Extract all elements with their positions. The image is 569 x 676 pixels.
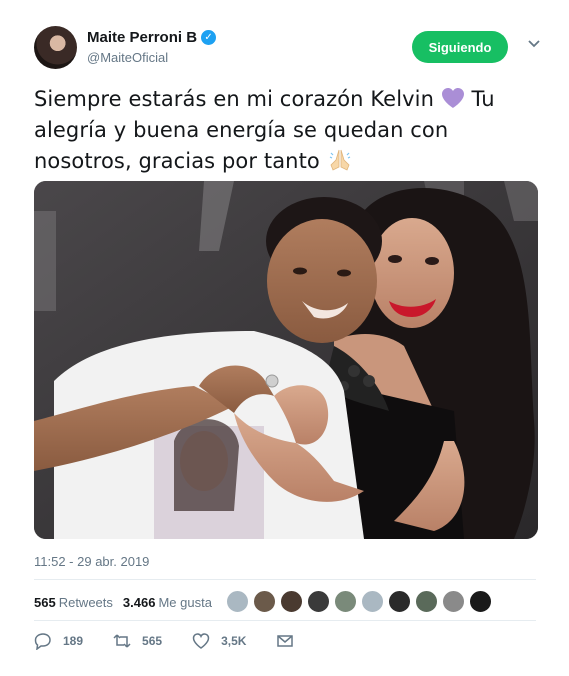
reply-icon — [34, 633, 51, 650]
user-handle[interactable]: @MaiteOficial — [87, 50, 216, 65]
retweets-stat-count: 565 — [34, 594, 56, 610]
tweet-photo[interactable] — [34, 181, 538, 539]
liker-avatar[interactable] — [442, 590, 465, 613]
liker-avatar[interactable] — [388, 590, 411, 613]
user-avatar[interactable] — [34, 26, 77, 69]
tweet-timestamp[interactable]: 11:52 - 29 abr. 2019 — [34, 554, 149, 569]
retweet-count: 565 — [142, 634, 163, 648]
tweet-header: Maite Perroni B ✓ @MaiteOficial Siguiend… — [34, 26, 544, 74]
reply-action[interactable]: 189 — [34, 632, 83, 650]
liker-avatars — [226, 590, 492, 613]
following-button[interactable]: Siguiendo — [412, 31, 508, 63]
liker-avatar[interactable] — [334, 590, 357, 613]
folded-hands-icon — [327, 147, 353, 173]
heart-icon — [192, 633, 210, 649]
like-count: 3,5K — [221, 634, 247, 648]
tweet-stats: 565 Retweets 3.466 Me gusta — [34, 592, 222, 612]
liker-avatar[interactable] — [253, 590, 276, 613]
retweets-stat-label: Retweets — [58, 594, 113, 610]
tweet-actions: 189 565 3,5K — [34, 632, 324, 650]
tweet-text-line2: alegría y buena energía se quedan con — [34, 118, 449, 142]
liker-avatar[interactable] — [226, 590, 249, 613]
liker-avatar[interactable] — [361, 590, 384, 613]
reply-count: 189 — [63, 634, 84, 648]
tweet-text-line3: nosotros, gracias por tanto — [34, 149, 327, 173]
tweet-text-line1a: Siempre estarás en mi corazón Kelvin — [34, 87, 441, 111]
retweet-icon — [113, 634, 131, 648]
liker-avatar[interactable] — [415, 590, 438, 613]
liker-avatar[interactable] — [280, 590, 303, 613]
direct-message-action[interactable] — [276, 632, 294, 650]
like-action[interactable]: 3,5K — [192, 632, 246, 650]
retweet-action[interactable]: 565 — [113, 632, 162, 650]
verified-badge-icon: ✓ — [201, 30, 217, 45]
retweets-stat[interactable]: 565 Retweets — [34, 595, 113, 610]
user-names: Maite Perroni B ✓ @MaiteOficial — [87, 29, 217, 65]
chevron-down-icon[interactable] — [524, 36, 544, 56]
likes-stat[interactable]: 3.466 Me gusta — [123, 595, 212, 610]
envelope-icon — [277, 635, 294, 647]
display-name-row[interactable]: Maite Perroni B ✓ — [87, 29, 217, 46]
liker-avatar[interactable] — [307, 590, 330, 613]
likes-stat-label: Me gusta — [158, 594, 212, 610]
display-name[interactable]: Maite Perroni B — [87, 29, 197, 46]
stats-divider-top — [34, 579, 536, 580]
stats-divider-bottom — [34, 620, 536, 621]
tweet-text-line1b: Tu — [464, 87, 495, 111]
liker-avatar[interactable] — [469, 590, 492, 613]
tweet-text: Siempre estarás en mi corazón Kelvin Tu … — [34, 84, 534, 177]
likes-stat-count: 3.466 — [122, 594, 156, 610]
purple-heart-icon — [441, 87, 465, 109]
photo-illustration — [34, 181, 538, 539]
